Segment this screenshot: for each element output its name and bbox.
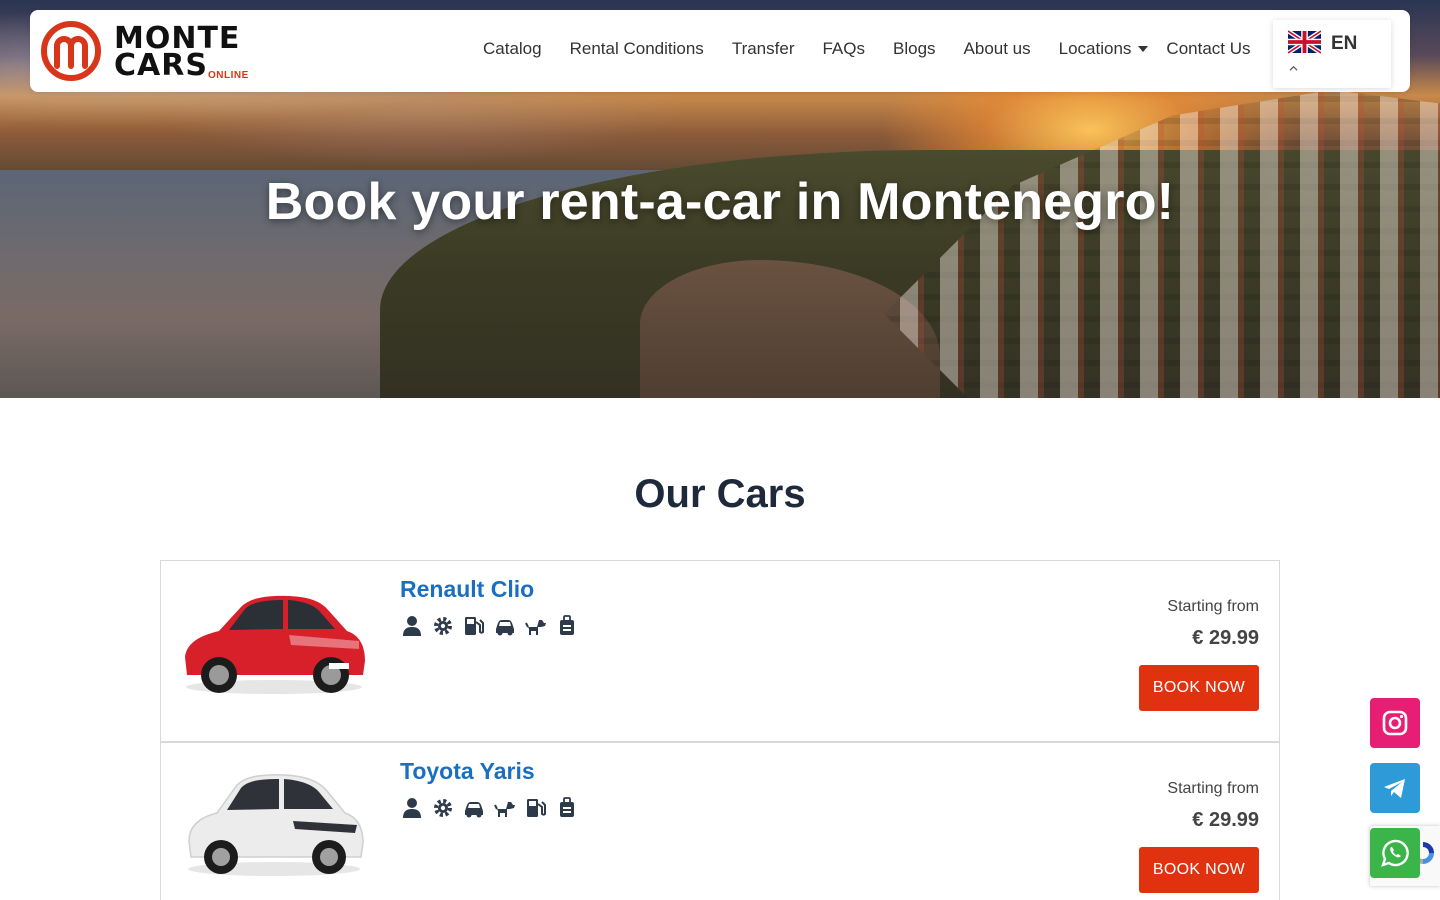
- nav-rental-conditions[interactable]: Rental Conditions: [570, 39, 704, 59]
- car-card-toyota-yaris: Toyota Yaris Starting from € 29.99 BOOK …: [160, 742, 1280, 900]
- nav-locations-label: Locations: [1058, 39, 1132, 58]
- car-name[interactable]: Renault Clio: [400, 576, 534, 603]
- nav-about-us[interactable]: About us: [964, 39, 1031, 59]
- car-features: [401, 615, 587, 637]
- price-value: € 29.99: [1192, 627, 1259, 649]
- price-value: € 29.99: [1192, 809, 1259, 831]
- fuel-icon: [465, 617, 484, 635]
- luggage-icon: [560, 797, 574, 817]
- car-icon: [465, 802, 483, 818]
- price-label: Starting from: [1167, 598, 1259, 615]
- pet-icon: [525, 620, 546, 635]
- price-label: Starting from: [1167, 780, 1259, 797]
- language-switcher[interactable]: EN: [1273, 20, 1391, 88]
- telegram-button[interactable]: [1370, 763, 1420, 813]
- whatsapp-button[interactable]: [1370, 828, 1420, 878]
- main-nav: Catalog Rental Conditions Transfer FAQs …: [483, 10, 1251, 88]
- car-name[interactable]: Toyota Yaris: [400, 758, 535, 785]
- telegram-icon: [1384, 779, 1405, 798]
- gear-icon: [434, 617, 452, 635]
- nav-contact-us[interactable]: Contact Us: [1166, 39, 1250, 59]
- logo-line2: CARS: [114, 48, 208, 83]
- nav-faqs[interactable]: FAQs: [822, 39, 865, 59]
- nav-blogs[interactable]: Blogs: [893, 39, 936, 59]
- instagram-button[interactable]: [1370, 698, 1420, 748]
- logo-icon: [41, 21, 101, 81]
- car-icon: [496, 620, 514, 636]
- fuel-icon: [527, 799, 546, 817]
- chevron-up-icon: [1289, 65, 1298, 71]
- instagram-icon: [1382, 710, 1408, 736]
- car-features: [401, 797, 587, 819]
- book-now-button[interactable]: BOOK NOW: [1139, 847, 1259, 893]
- language-code: EN: [1331, 33, 1358, 54]
- luggage-icon: [560, 615, 574, 635]
- pet-icon: [494, 802, 515, 817]
- gear-icon: [434, 799, 452, 817]
- our-cars-title: Our Cars: [634, 472, 806, 516]
- nav-locations[interactable]: Locations: [1059, 39, 1149, 59]
- caret-down-icon: [1138, 46, 1149, 52]
- book-now-button[interactable]: BOOK NOW: [1139, 665, 1259, 711]
- whatsapp-icon: [1381, 839, 1409, 867]
- logo-online-tag: ONLINE: [208, 70, 249, 81]
- car-card-renault-clio: Renault Clio Starting from € 29.99 BOOK …: [160, 560, 1280, 742]
- car-image-toyota-yaris: [188, 774, 364, 876]
- site-logo[interactable]: MONTE CARS ONLINE: [40, 20, 260, 82]
- logo-wordmark: MONTE CARS ONLINE: [114, 20, 254, 82]
- nav-transfer[interactable]: Transfer: [732, 39, 795, 59]
- car-image-renault-clio: [185, 595, 365, 694]
- user-icon: [403, 798, 421, 818]
- nav-catalog[interactable]: Catalog: [483, 39, 542, 59]
- hero-title: Book your rent-a-car in Montenegro!: [265, 173, 1175, 231]
- site-header: MONTE CARS ONLINE Catalog Rental Conditi…: [30, 10, 1410, 92]
- uk-flag-icon: [1288, 30, 1321, 54]
- user-icon: [403, 616, 421, 636]
